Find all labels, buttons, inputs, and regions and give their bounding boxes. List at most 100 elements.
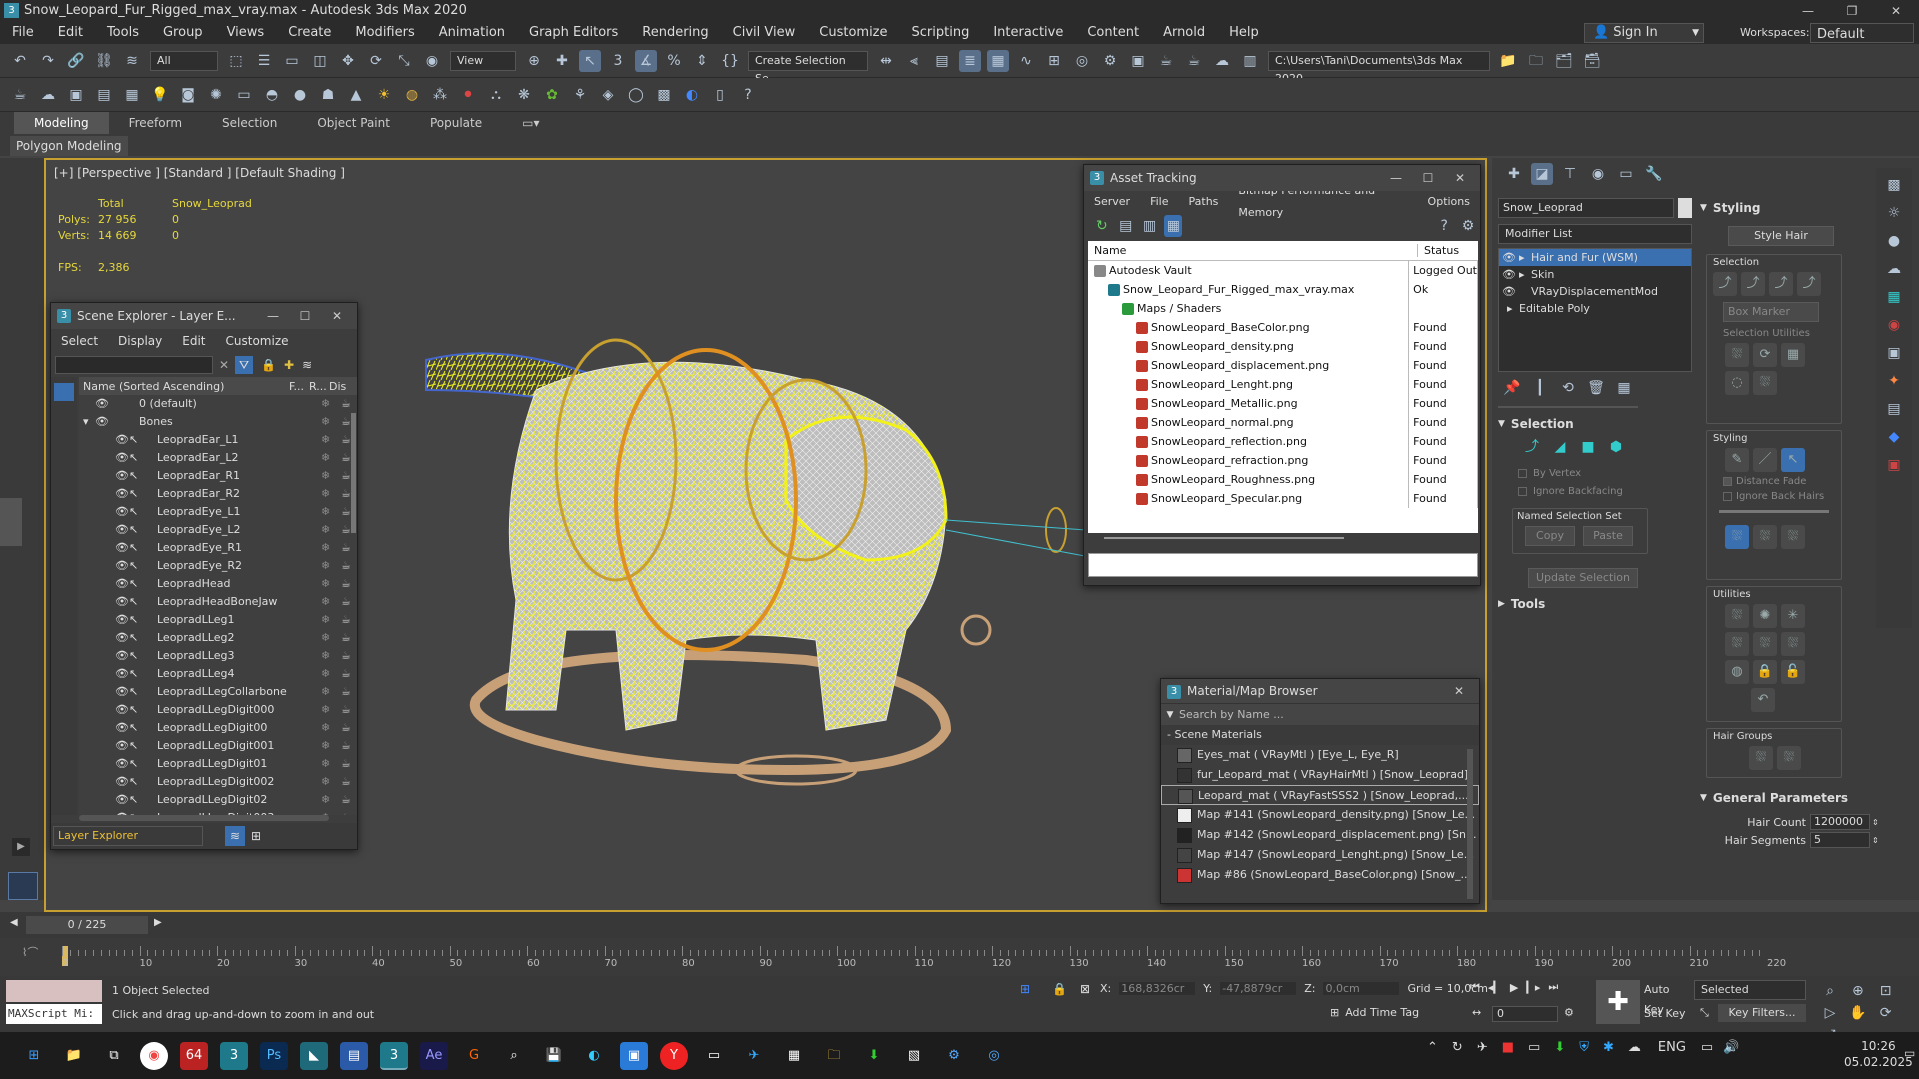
freeze-icon[interactable]: ❄ (321, 683, 330, 701)
table-view-icon[interactable]: ▦ (1164, 215, 1183, 237)
explorer-row[interactable]: 👁↖ LeopradLLeg4 ❄ ☕ (79, 665, 357, 683)
freeze-icon[interactable]: ❄ (321, 485, 330, 503)
app-64-icon[interactable]: 64 (180, 1041, 208, 1070)
freeze-icon[interactable]: ❄ (321, 665, 330, 683)
visibility-eye-icon[interactable]: 👁 (95, 395, 109, 413)
explorer-h-scrollbar[interactable] (79, 815, 329, 821)
renderable-icon[interactable]: ☕ (341, 683, 351, 701)
spinner-snap-icon[interactable]: ⇕ (691, 50, 713, 72)
visibility-eye-icon[interactable]: 👁↖ (115, 773, 138, 791)
menu-scripting[interactable]: Scripting (900, 22, 982, 44)
named-selection-dropdown[interactable]: Create Selection Se (748, 50, 868, 85)
ignore-back-hairs-checkbox[interactable]: Ignore Back Hairs (1707, 489, 1841, 504)
undo-icon[interactable]: ↶ (9, 50, 31, 72)
yandex-icon[interactable]: Y (660, 1041, 688, 1070)
asset-tracking-window[interactable]: 3 Asset Tracking —☐✕ Server File Paths B… (1083, 164, 1481, 586)
rotate-sel-icon[interactable]: ⟳ (1753, 343, 1777, 367)
select-tips-icon[interactable]: ⤴ (1741, 272, 1765, 296)
asset-row[interactable]: SnowLeopard_normal.png Found (1088, 413, 1478, 432)
freeze-icon[interactable]: ❄ (321, 575, 330, 593)
visibility-eye-icon[interactable]: 👁↖ (115, 629, 138, 647)
explorer-row[interactable]: 👁↖ LeopradLLeg1 ❄ ☕ (79, 611, 357, 629)
pin-stack-icon[interactable]: 📌 (1501, 377, 1523, 399)
rendered-frame-icon[interactable]: ▣ (1127, 50, 1149, 72)
renderable-icon[interactable]: ☕ (341, 593, 351, 611)
select-brush-icon[interactable]: ／ (1753, 448, 1777, 472)
search-icon[interactable]: ⌕ (500, 1042, 528, 1070)
freeze-icon[interactable]: ❄ (321, 737, 330, 755)
visibility-eye-icon[interactable]: 👁 (95, 413, 109, 431)
recomb-icon[interactable]: ⛆ (1753, 632, 1777, 656)
search-input[interactable] (55, 356, 213, 374)
make-unique-icon[interactable]: ⟲ (1557, 377, 1579, 399)
menu-server[interactable]: Server (1084, 191, 1140, 213)
explorer-row[interactable]: 👁↖ LeopradLLeg2 ❄ ☕ (79, 629, 357, 647)
styling-rollout-header[interactable]: ▼ Styling (1700, 198, 1760, 218)
explorer-row[interactable]: 👁↖ LeopradLLegDigit01 ❄ ☕ (79, 755, 357, 773)
cut-icon[interactable]: ⛆ (1753, 525, 1777, 549)
scene-explorer-window[interactable]: 3 Scene Explorer - Layer E... — ☐ ✕ Select… (50, 302, 358, 850)
track-bar[interactable]: ⌇⌒ 0 10 20 30 40 50 60 70 80 90 100 110 120 130 140 150… (0, 938, 1919, 976)
menu-civil-view[interactable]: Civil View (721, 22, 808, 44)
key-filters-button[interactable]: Key Filters... (1718, 1004, 1806, 1022)
tab-object-paint[interactable]: Object Paint (297, 112, 410, 134)
auto-key-button[interactable]: Auto Key (1644, 980, 1690, 1016)
renderable-icon[interactable]: ☕ (341, 521, 351, 539)
menu-paths[interactable]: Paths (1179, 191, 1229, 213)
visibility-eye-icon[interactable]: 👁↖ (115, 701, 138, 719)
material-list-item[interactable]: Eyes_mat ( VRayMtl ) [Eye_L, Eye_R] (1161, 745, 1479, 765)
menu-content[interactable]: Content (1075, 22, 1151, 44)
render-red-icon[interactable]: ▣ (1883, 454, 1905, 476)
visibility-eye-icon[interactable]: 👁↖ (115, 737, 138, 755)
comb-icon[interactable]: ⛆ (1725, 525, 1749, 549)
tray-bluetooth-icon[interactable]: ✱ (1603, 1040, 1614, 1055)
decal-icon[interactable]: ❋ (513, 84, 535, 106)
col-name[interactable]: Name (Sorted Ascending) (79, 380, 289, 393)
visibility-eye-icon[interactable]: 👁↖ (115, 683, 138, 701)
sphere-fade-icon[interactable]: ◯ (625, 84, 647, 106)
explorer-row[interactable]: 👁↖ LeopradEar_R1 ❄ ☕ (79, 467, 357, 485)
field-of-view-icon[interactable]: ▷ (1819, 1002, 1841, 1024)
menu-edit[interactable]: Edit (46, 22, 95, 44)
material-browser-header[interactable]: 3 Material/Map Browser ✕ (1161, 679, 1479, 703)
renderable-icon[interactable]: ☕ (341, 503, 351, 521)
element-select-icon[interactable]: ⬢ (1605, 436, 1627, 458)
zoom-extents-icon[interactable]: ⊡ (1875, 980, 1897, 1002)
menu-help[interactable]: Help (1217, 22, 1271, 44)
asset-path-field[interactable] (1088, 553, 1478, 577)
render-icon[interactable]: ☕ (1155, 50, 1177, 72)
cloud-icon[interactable]: ☁ (1883, 258, 1905, 280)
visibility-eye-icon[interactable]: 👁↖ (115, 755, 138, 773)
material-search-input[interactable]: Search by Name ... (1179, 708, 1284, 721)
image-icon[interactable]: ▣ (65, 84, 87, 106)
project-folder-icon[interactable]: 📁 (1497, 50, 1519, 72)
add-layer-icon[interactable]: ✚ (284, 358, 294, 372)
renderable-icon[interactable]: ☕ (341, 701, 351, 719)
explorer-row[interactable]: 👁↖ LeopradEye_R2 ❄ ☕ (79, 557, 357, 575)
reference-coord-dropdown[interactable]: View (450, 50, 516, 71)
set-key-big-button[interactable]: ✚ (1596, 980, 1640, 1024)
side-handle[interactable] (0, 498, 22, 546)
list-view-icon[interactable]: ▤ (1117, 215, 1135, 237)
y-field[interactable]: -47,8879cr (1220, 982, 1297, 995)
bind-spacewarp-icon[interactable]: ≋ (121, 50, 143, 72)
settings-icon[interactable]: ⚙ (1459, 215, 1477, 237)
fur-icon[interactable]: ⁂ (429, 84, 451, 106)
renderable-icon[interactable]: ☕ (341, 485, 351, 503)
cube-icon[interactable]: ▣ (1883, 342, 1905, 364)
utilities-tab-icon[interactable]: 🔧 (1643, 163, 1665, 185)
freeze-icon[interactable]: ❄ (321, 539, 330, 557)
freeze-icon[interactable]: ❄ (321, 719, 330, 737)
torrent-icon[interactable]: ⬇ (860, 1042, 888, 1070)
freeze-icon[interactable]: ❄ (321, 503, 330, 521)
renderable-icon[interactable]: ☕ (341, 809, 351, 815)
project-path-dropdown[interactable]: C:\Users\Tani\Documents\3ds Max 2020 (1268, 50, 1490, 85)
tray-torrent-icon[interactable]: ⬇ (1554, 1040, 1565, 1055)
select-manipulate-icon[interactable]: ✚ (551, 50, 573, 72)
freeze-icon[interactable]: ❄ (321, 467, 330, 485)
visibility-eye-icon[interactable]: 👁↖ (115, 647, 138, 665)
select-hair-icon[interactable]: ⤴ (1713, 272, 1737, 296)
visibility-eye-icon[interactable]: 👁↖ (115, 485, 138, 503)
notepad-icon[interactable]: ▤ (340, 1041, 368, 1070)
motion-tab-icon[interactable]: ◉ (1587, 163, 1609, 185)
